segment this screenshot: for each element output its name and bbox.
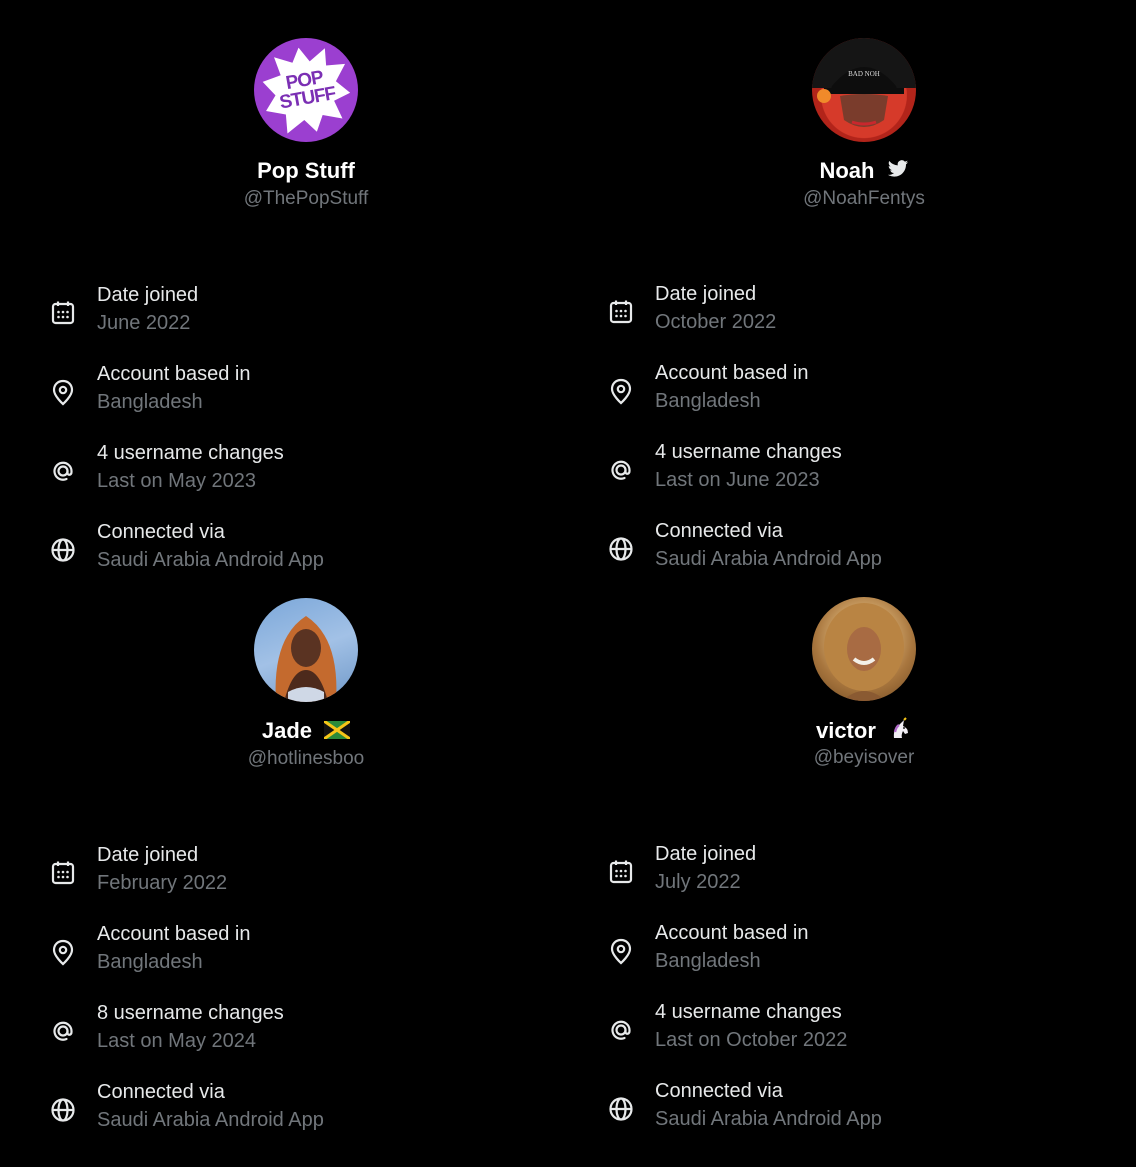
at-sign-icon xyxy=(48,1016,78,1046)
globe-icon xyxy=(606,1094,636,1124)
date-joined-label: Date joined xyxy=(97,844,199,866)
date-joined-value: June 2022 xyxy=(97,312,191,334)
at-sign-icon xyxy=(48,456,78,486)
username-handle[interactable]: @ThePopStuff xyxy=(0,188,612,210)
account-based-value: Bangladesh xyxy=(97,951,203,973)
display-name: Jade xyxy=(261,718,313,743)
date-joined-label: Date joined xyxy=(97,284,199,306)
at-sign-icon xyxy=(606,1015,636,1045)
account-based-value: Bangladesh xyxy=(97,391,203,413)
profile-card-noah: BAD NOH Noah @NoahFentys Date joined Oct… xyxy=(558,0,1118,570)
avatar-photo: BAD NOH xyxy=(812,38,916,127)
username-changes-last: Last on May 2024 xyxy=(97,1030,256,1052)
location-pin-icon xyxy=(606,376,636,406)
display-name-row: victor xyxy=(558,717,1136,747)
username-changes-last: Last on October 2022 xyxy=(655,1029,848,1051)
jamaica-flag-icon xyxy=(323,719,351,745)
account-based-label: Account based in xyxy=(97,923,251,945)
avatar-photo xyxy=(824,603,904,701)
account-based-label: Account based in xyxy=(655,362,809,384)
display-name: victor xyxy=(815,717,876,743)
profile-card-popstuff: POP STUFF Pop Stuff @ThePopStuff Date jo… xyxy=(0,0,560,571)
account-based-label: Account based in xyxy=(655,922,809,944)
display-name-row: Pop Stuff xyxy=(0,158,612,184)
location-pin-icon xyxy=(606,936,636,966)
date-joined-value: October 2022 xyxy=(655,311,777,333)
username-changes-count: 8 username changes xyxy=(97,1002,284,1024)
avatar[interactable]: BAD NOH xyxy=(812,38,916,142)
calendar-icon xyxy=(48,298,78,328)
username-changes-count: 4 username changes xyxy=(655,1001,842,1023)
profile-card-jade: Jade @hotlinesboo Date joined February 2… xyxy=(0,560,560,1131)
display-name: Pop Stuff xyxy=(257,158,355,183)
location-pin-icon xyxy=(48,377,78,407)
calendar-icon xyxy=(606,857,636,887)
location-pin-icon xyxy=(48,937,78,967)
connected-via-value: Saudi Arabia Android App xyxy=(655,1108,882,1130)
connected-via-label: Connected via xyxy=(97,1081,225,1103)
connected-via-label: Connected via xyxy=(655,1080,783,1102)
display-name: Noah xyxy=(819,158,875,183)
account-based-label: Account based in xyxy=(97,363,251,385)
connected-via-label: Connected via xyxy=(655,520,783,542)
username-handle[interactable]: @NoahFentys xyxy=(558,188,1136,210)
avatar[interactable] xyxy=(812,597,916,701)
avatar[interactable] xyxy=(254,598,358,702)
date-joined-label: Date joined xyxy=(655,283,757,305)
date-joined-value: July 2022 xyxy=(655,871,741,893)
username-changes-last: Last on May 2023 xyxy=(97,470,256,492)
twitter-bird-icon xyxy=(887,158,909,186)
globe-icon xyxy=(48,1095,78,1125)
at-sign-icon xyxy=(606,455,636,485)
username-handle[interactable]: @hotlinesboo xyxy=(0,748,612,770)
account-based-value: Bangladesh xyxy=(655,950,761,972)
connected-via-label: Connected via xyxy=(97,521,225,543)
date-joined-label: Date joined xyxy=(655,843,757,865)
display-name-row: Noah xyxy=(558,158,1136,186)
calendar-icon xyxy=(606,297,636,327)
display-name-row: Jade xyxy=(0,718,612,745)
avatar-photo xyxy=(275,616,337,702)
profile-card-victor: victor @beyisover Date joined July 2022 … xyxy=(558,559,1118,1130)
logo-text: POP STUFF xyxy=(277,67,337,114)
date-joined-value: February 2022 xyxy=(97,872,228,894)
svg-text:BAD NOH: BAD NOH xyxy=(848,70,880,78)
username-handle[interactable]: @beyisover xyxy=(558,747,1136,769)
avatar[interactable]: POP STUFF xyxy=(254,38,358,142)
username-changes-count: 4 username changes xyxy=(655,441,842,463)
calendar-icon xyxy=(48,858,78,888)
connected-via-value: Saudi Arabia Android App xyxy=(97,1109,324,1131)
account-based-value: Bangladesh xyxy=(655,390,761,412)
pop-stuff-logo: POP STUFF xyxy=(256,40,356,140)
unicorn-icon xyxy=(888,717,912,747)
username-changes-count: 4 username changes xyxy=(97,442,284,464)
username-changes-last: Last on June 2023 xyxy=(655,469,820,491)
